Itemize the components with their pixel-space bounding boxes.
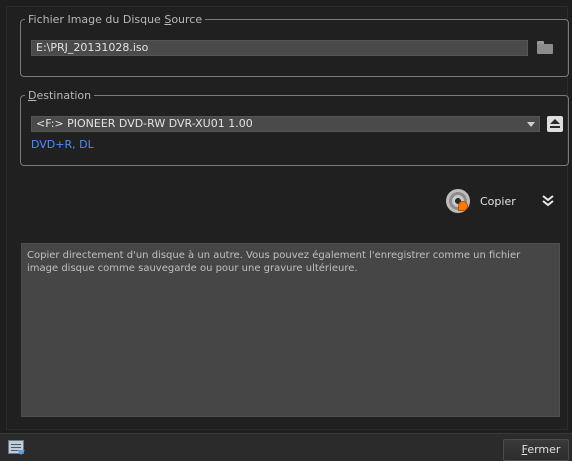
destination-drive-select[interactable]: <F:> PIONEER DVD-RW DVR-XU01 1.00 bbox=[31, 116, 540, 132]
source-group-legend: Fichier Image du Disque Source bbox=[28, 13, 203, 26]
source-image-group: Fichier Image du Disque Source E:\PRJ_20… bbox=[20, 13, 569, 77]
copy-button[interactable]: Copier bbox=[446, 189, 522, 215]
expand-chevrons bbox=[542, 195, 554, 207]
double-chevron-down-icon[interactable] bbox=[541, 194, 555, 208]
description-text: Copier directement d'un disque à un autr… bbox=[21, 243, 560, 417]
bottom-bar: Fermer bbox=[0, 433, 572, 461]
disc-copy-icon bbox=[446, 189, 470, 213]
folder-icon[interactable] bbox=[536, 40, 554, 56]
media-type-link[interactable]: DVD+R, DL bbox=[31, 138, 94, 151]
log-icon[interactable] bbox=[8, 440, 28, 458]
disc-copy-window: Fichier Image du Disque Source E:\PRJ_20… bbox=[0, 0, 572, 461]
close-button[interactable]: Fermer bbox=[503, 439, 569, 461]
destination-group: Destination <F:> PIONEER DVD-RW DVR-XU01… bbox=[20, 89, 569, 166]
destination-drive-value: <F:> PIONEER DVD-RW DVR-XU01 1.00 bbox=[36, 117, 253, 130]
eject-icon[interactable] bbox=[547, 116, 563, 132]
chevron-down-icon bbox=[527, 122, 535, 127]
source-path-field[interactable]: E:\PRJ_20131028.iso bbox=[31, 40, 528, 56]
copy-button-label: Copier bbox=[480, 195, 516, 208]
destination-group-legend: Destination bbox=[28, 89, 92, 102]
close-button-label: ermer bbox=[527, 443, 561, 456]
